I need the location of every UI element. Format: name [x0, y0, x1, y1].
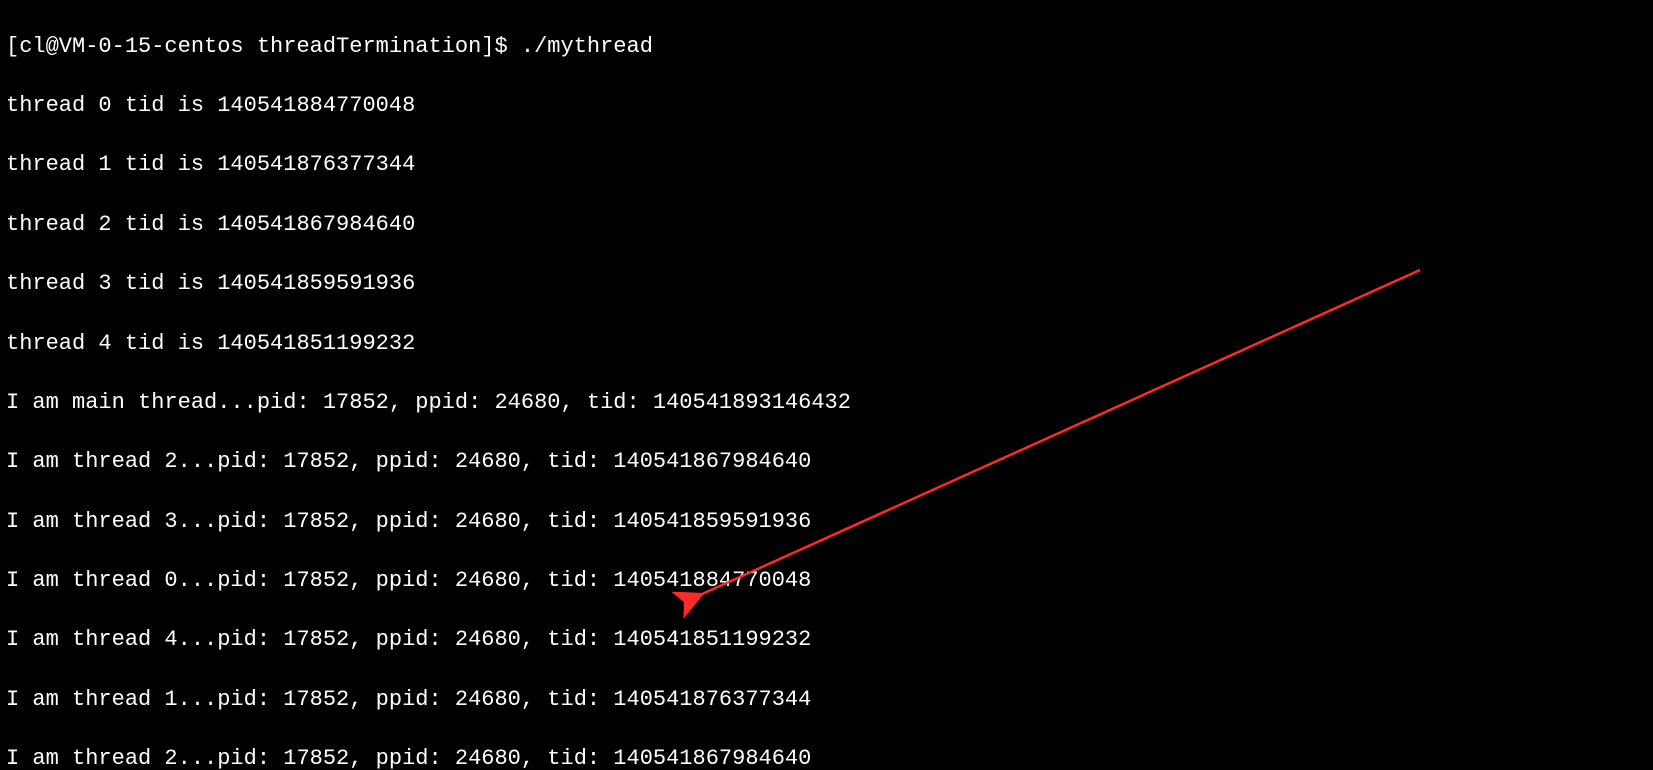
output-line: I am thread 2...pid: 17852, ppid: 24680,… — [6, 744, 1647, 770]
output-line: thread 0 tid is 140541884770048 — [6, 91, 1647, 121]
output-line: thread 2 tid is 140541867984640 — [6, 210, 1647, 240]
output-line: I am thread 3...pid: 17852, ppid: 24680,… — [6, 507, 1647, 537]
output-line: I am thread 0...pid: 17852, ppid: 24680,… — [6, 566, 1647, 596]
output-line: thread 4 tid is 140541851199232 — [6, 329, 1647, 359]
terminal-output[interactable]: [cl@VM-0-15-centos threadTermination]$ .… — [0, 0, 1653, 770]
output-line: I am main thread...pid: 17852, ppid: 246… — [6, 388, 1647, 418]
output-line: I am thread 2...pid: 17852, ppid: 24680,… — [6, 447, 1647, 477]
output-line: thread 3 tid is 140541859591936 — [6, 269, 1647, 299]
output-line: thread 1 tid is 140541876377344 — [6, 150, 1647, 180]
output-line: I am thread 4...pid: 17852, ppid: 24680,… — [6, 625, 1647, 655]
prompt-line: [cl@VM-0-15-centos threadTermination]$ .… — [6, 32, 1647, 62]
output-line: I am thread 1...pid: 17852, ppid: 24680,… — [6, 685, 1647, 715]
